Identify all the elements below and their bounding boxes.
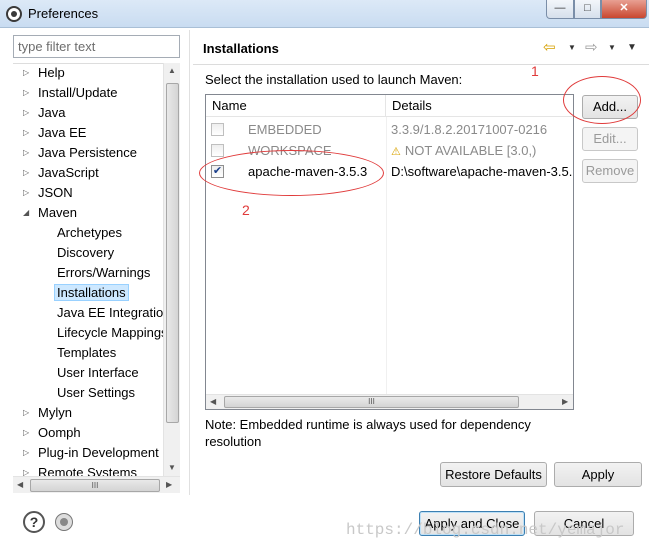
expand-icon[interactable]: ▷ (23, 88, 33, 98)
expand-icon[interactable]: ▷ (23, 468, 33, 476)
annotation-number-1: 1 (531, 63, 539, 79)
column-header-name[interactable]: Name (206, 95, 386, 117)
tree-item-archetypes[interactable]: Archetypes (57, 224, 122, 244)
tree-item-mylyn[interactable]: ▷ Mylyn (23, 404, 72, 424)
tree-item-maven[interactable]: ◢ Maven (23, 204, 77, 224)
expand-icon[interactable]: ▷ (23, 408, 33, 418)
tree-item-errors-warnings[interactable]: Errors/Warnings (57, 264, 150, 284)
panel-divider[interactable] (189, 30, 190, 495)
tree-item-java-ee-integration[interactable]: Java EE Integration (57, 304, 170, 324)
expand-icon[interactable]: ▷ (23, 128, 33, 138)
tree-item-java-persistence[interactable]: ▷ Java Persistence (23, 144, 137, 164)
warning-icon: ⚠ (391, 146, 401, 158)
header-separator (193, 64, 649, 65)
title-bar: Preferences — □ ✕ (0, 0, 649, 28)
page-title: Installations (203, 41, 279, 56)
annotation-circle-add (563, 76, 641, 124)
tree-scroll-thumb[interactable] (166, 83, 179, 423)
expand-icon[interactable]: ▷ (23, 108, 33, 118)
window-title: Preferences (28, 6, 99, 21)
back-arrow-icon[interactable]: ⇦ (543, 38, 556, 56)
embedded-runtime-note: Note: Embedded runtime is always used fo… (205, 417, 531, 449)
tree-item-lifecycle-mappings[interactable]: Lifecycle Mappings (57, 324, 168, 344)
tree-item-java[interactable]: ▷ Java (23, 104, 65, 124)
expand-icon[interactable]: ▷ (23, 448, 33, 458)
tree-item-oomph[interactable]: ▷ Oomph (23, 424, 81, 444)
tree-vertical-scrollbar[interactable]: ▲ ▼ (163, 63, 180, 476)
tree-item-installations[interactable]: Installations (54, 284, 129, 304)
table-scroll-thumb[interactable]: III (224, 396, 519, 408)
column-header-details[interactable]: Details (386, 95, 573, 117)
tree-item-templates[interactable]: Templates (57, 344, 116, 364)
checkbox-embedded[interactable] (211, 123, 224, 136)
watermark: https://blog.csdn.net/yemajor (346, 521, 625, 539)
instruction-label: Select the installation used to launch M… (205, 72, 463, 87)
forward-arrow-icon[interactable]: ⇨ (585, 38, 598, 56)
back-history-dropdown-icon[interactable]: ▼ (568, 43, 576, 52)
tree-item-help[interactable]: ▷ Help (23, 64, 65, 84)
collapse-icon[interactable]: ◢ (23, 208, 33, 218)
tree-item-remote-systems[interactable]: ▷ Remote Systems (23, 464, 137, 476)
expand-icon[interactable]: ▷ (23, 68, 33, 78)
expand-icon[interactable]: ▷ (23, 428, 33, 438)
tree-item-user-interface[interactable]: User Interface (57, 364, 139, 384)
expand-icon[interactable]: ▷ (23, 168, 33, 178)
scroll-up-icon[interactable]: ▲ (168, 66, 176, 75)
scroll-left-icon[interactable]: ◀ (17, 480, 23, 489)
apply-button[interactable]: Apply (554, 462, 642, 487)
annotation-circle-row (199, 150, 384, 196)
annotation-number-2: 2 (242, 202, 250, 218)
tree-item-json[interactable]: ▷ JSON (23, 184, 73, 204)
help-icon[interactable]: ? (23, 511, 45, 533)
tree-item-javascript[interactable]: ▷ JavaScript (23, 164, 99, 184)
tree-horizontal-scrollbar[interactable]: ◀ III ▶ (13, 476, 180, 493)
expand-icon[interactable]: ▷ (23, 148, 33, 158)
record-macro-icon[interactable] (55, 513, 73, 531)
grip-icon: III (91, 481, 99, 490)
filter-input[interactable] (13, 35, 180, 58)
scroll-right-icon[interactable]: ▶ (562, 397, 568, 406)
view-menu-icon[interactable]: ▼ (627, 42, 637, 53)
scroll-left-icon[interactable]: ◀ (210, 397, 216, 406)
installations-table: Name Details EMBEDDED 3.3.9/1.8.2.201710… (205, 94, 574, 410)
tree-item-plugin-development[interactable]: ▷ Plug-in Development (23, 444, 159, 464)
tree-item-user-settings[interactable]: User Settings (57, 384, 135, 404)
maximize-button[interactable]: □ (574, 0, 601, 19)
eclipse-icon (6, 6, 22, 22)
remove-button[interactable]: Remove (582, 159, 638, 183)
scroll-right-icon[interactable]: ▶ (166, 480, 172, 489)
tree-hscroll-thumb[interactable]: III (30, 479, 160, 492)
table-horizontal-scrollbar[interactable]: ◀ III ▶ (206, 394, 573, 409)
minimize-button[interactable]: — (546, 0, 574, 19)
restore-defaults-button[interactable]: Restore Defaults (440, 462, 547, 487)
forward-history-dropdown-icon[interactable]: ▼ (608, 43, 616, 52)
close-button[interactable]: ✕ (601, 0, 647, 19)
grip-icon: III (368, 397, 375, 406)
table-row-embedded[interactable]: EMBEDDED 3.3.9/1.8.2.20171007-0216 (206, 119, 573, 140)
scroll-down-icon[interactable]: ▼ (168, 463, 176, 472)
expand-icon[interactable]: ▷ (23, 188, 33, 198)
tree-item-install-update[interactable]: ▷ Install/Update (23, 84, 118, 104)
preference-tree: ▷ Help ▷ Install/Update ▷ Java ▷ Java EE ▷ Ja… (13, 63, 180, 476)
tree-item-discovery[interactable]: Discovery (57, 244, 114, 264)
edit-button[interactable]: Edit... (582, 127, 638, 151)
tree-item-java-ee[interactable]: ▷ Java EE (23, 124, 86, 144)
checkbox-workspace[interactable] (211, 144, 224, 157)
